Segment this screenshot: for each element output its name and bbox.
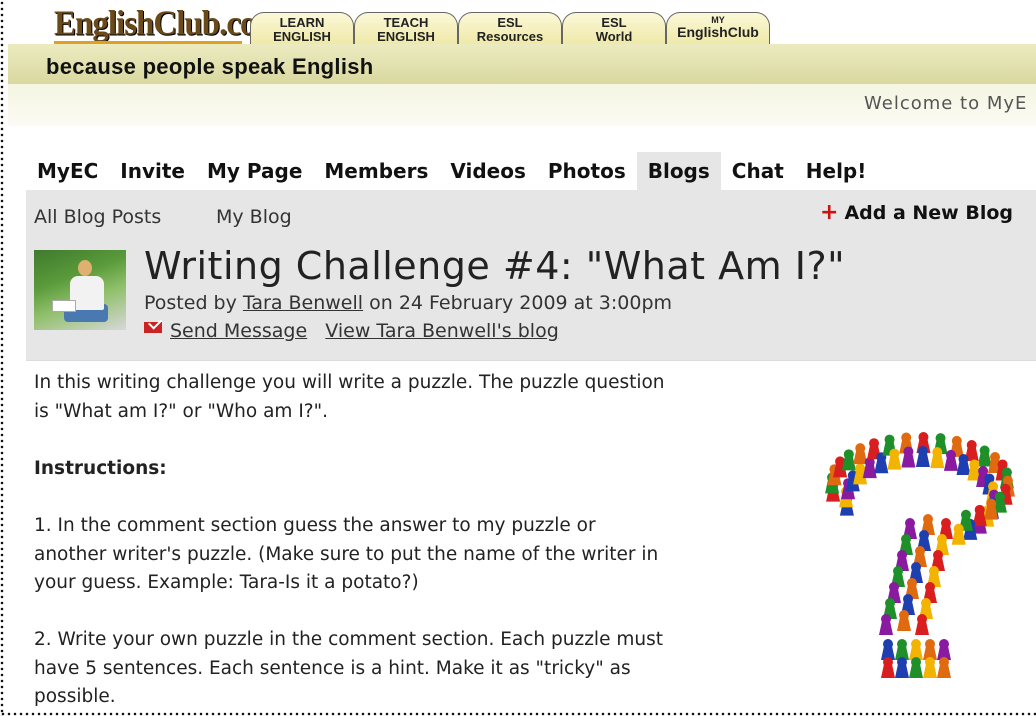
tab-esl-resources[interactable]: ESL Resources [458,12,562,44]
post-byline: Posted by Tara Benwell on 24 February 20… [144,292,672,314]
main-nav: MyEC Invite My Page Members Videos Photo… [26,152,877,190]
text-line: 2. Write your own puzzle in the comment … [34,629,663,650]
game-piece [937,657,951,678]
envelope-icon [144,322,162,333]
game-piece [977,445,992,467]
question-mark-illustration [825,432,1015,678]
tab-my-englishclub[interactable]: MY EnglishClub [666,12,770,44]
nav-item-blogs[interactable]: Blogs [636,152,721,190]
paragraph-step-1: 1. In the comment section guess the answ… [34,512,774,598]
tab-line1: TEACH [383,15,429,30]
paragraph-intro: In this writing challenge you will write… [34,369,774,426]
send-message-link[interactable]: Send Message [170,320,307,342]
game-piece [895,657,909,678]
welcome-text: Welcome to MyE [864,93,1028,114]
tab-learn-english[interactable]: LEARN ENGLISH [250,12,354,44]
screenshot-border-bottom [0,712,1036,716]
add-new-blog-button[interactable]: + Add a New Blog [820,200,1013,225]
nav-item-videos[interactable]: Videos [439,152,537,190]
text-line: is "What am I?" or "Who am I?". [34,400,328,422]
view-author-blog-link[interactable]: View Tara Benwell's blog [325,320,558,342]
nav-item-members[interactable]: Members [313,152,439,190]
text-line: possible. [34,686,116,707]
tab-line1: ESL [497,15,523,30]
game-piece [937,639,951,660]
nav-item-photos[interactable]: Photos [537,152,637,190]
plus-icon: + [820,200,839,225]
tab-line2: Resources [476,29,544,44]
site-tagline: because people speak English [46,54,374,79]
nav-item-invite[interactable]: Invite [109,152,196,190]
avatar-book [52,300,76,312]
paragraph-step-2: 2. Write your own puzzle in the comment … [34,626,774,712]
tab-esl-world[interactable]: ESL World [562,12,666,44]
post-date: on 24 February 2009 at 3:00pm [369,292,673,314]
add-new-blog-label: Add a New Blog [844,202,1013,224]
site-logo[interactable]: EnglishClub.com [54,5,283,44]
post-title: Writing Challenge #4: "What Am I?" [144,244,846,288]
my-blog-link[interactable]: My Blog [216,206,292,228]
nav-item-myec[interactable]: MyEC [26,152,109,190]
nav-item-chat[interactable]: Chat [721,152,795,190]
text-line: another writer's puzzle. (Make sure to p… [34,543,659,565]
posted-by-prefix: Posted by [144,292,237,314]
game-piece [895,639,909,660]
tab-line2: ENGLISH [377,29,435,44]
game-piece [881,657,895,678]
text-line: have 5 sentences. Each sentence is a hin… [34,657,631,679]
nav-item-help[interactable]: Help! [795,152,878,190]
tab-line2: EnglishClub [677,24,759,40]
game-piece [909,639,923,660]
nav-item-my-page[interactable]: My Page [196,152,313,190]
tab-line2: ENGLISH [273,29,331,44]
all-blog-posts-link[interactable]: All Blog Posts [34,206,161,228]
tab-line1: LEARN [279,15,325,30]
text-line: 1. In the comment section guess the answ… [34,515,596,536]
game-piece [923,639,937,660]
game-piece [909,657,923,678]
game-piece [881,639,895,660]
screenshot-border-left [0,0,4,716]
avatar-figure-head [78,260,92,276]
game-piece [923,657,937,678]
site-tabs: LEARN ENGLISH TEACH ENGLISH ESL Resource… [250,12,770,44]
text-line: your guess. Example: Tara-Is it a potato… [34,572,419,593]
author-avatar[interactable] [34,250,126,330]
author-actions: Send Message View Tara Benwell's blog [144,320,559,342]
author-link[interactable]: Tara Benwell [243,292,363,314]
tab-line2: World [595,29,633,44]
text-line: In this writing challenge you will write… [34,372,665,393]
tab-line1: ESL [601,15,627,30]
instructions-heading: Instructions: [34,458,167,479]
tab-teach-english[interactable]: TEACH ENGLISH [354,12,458,44]
